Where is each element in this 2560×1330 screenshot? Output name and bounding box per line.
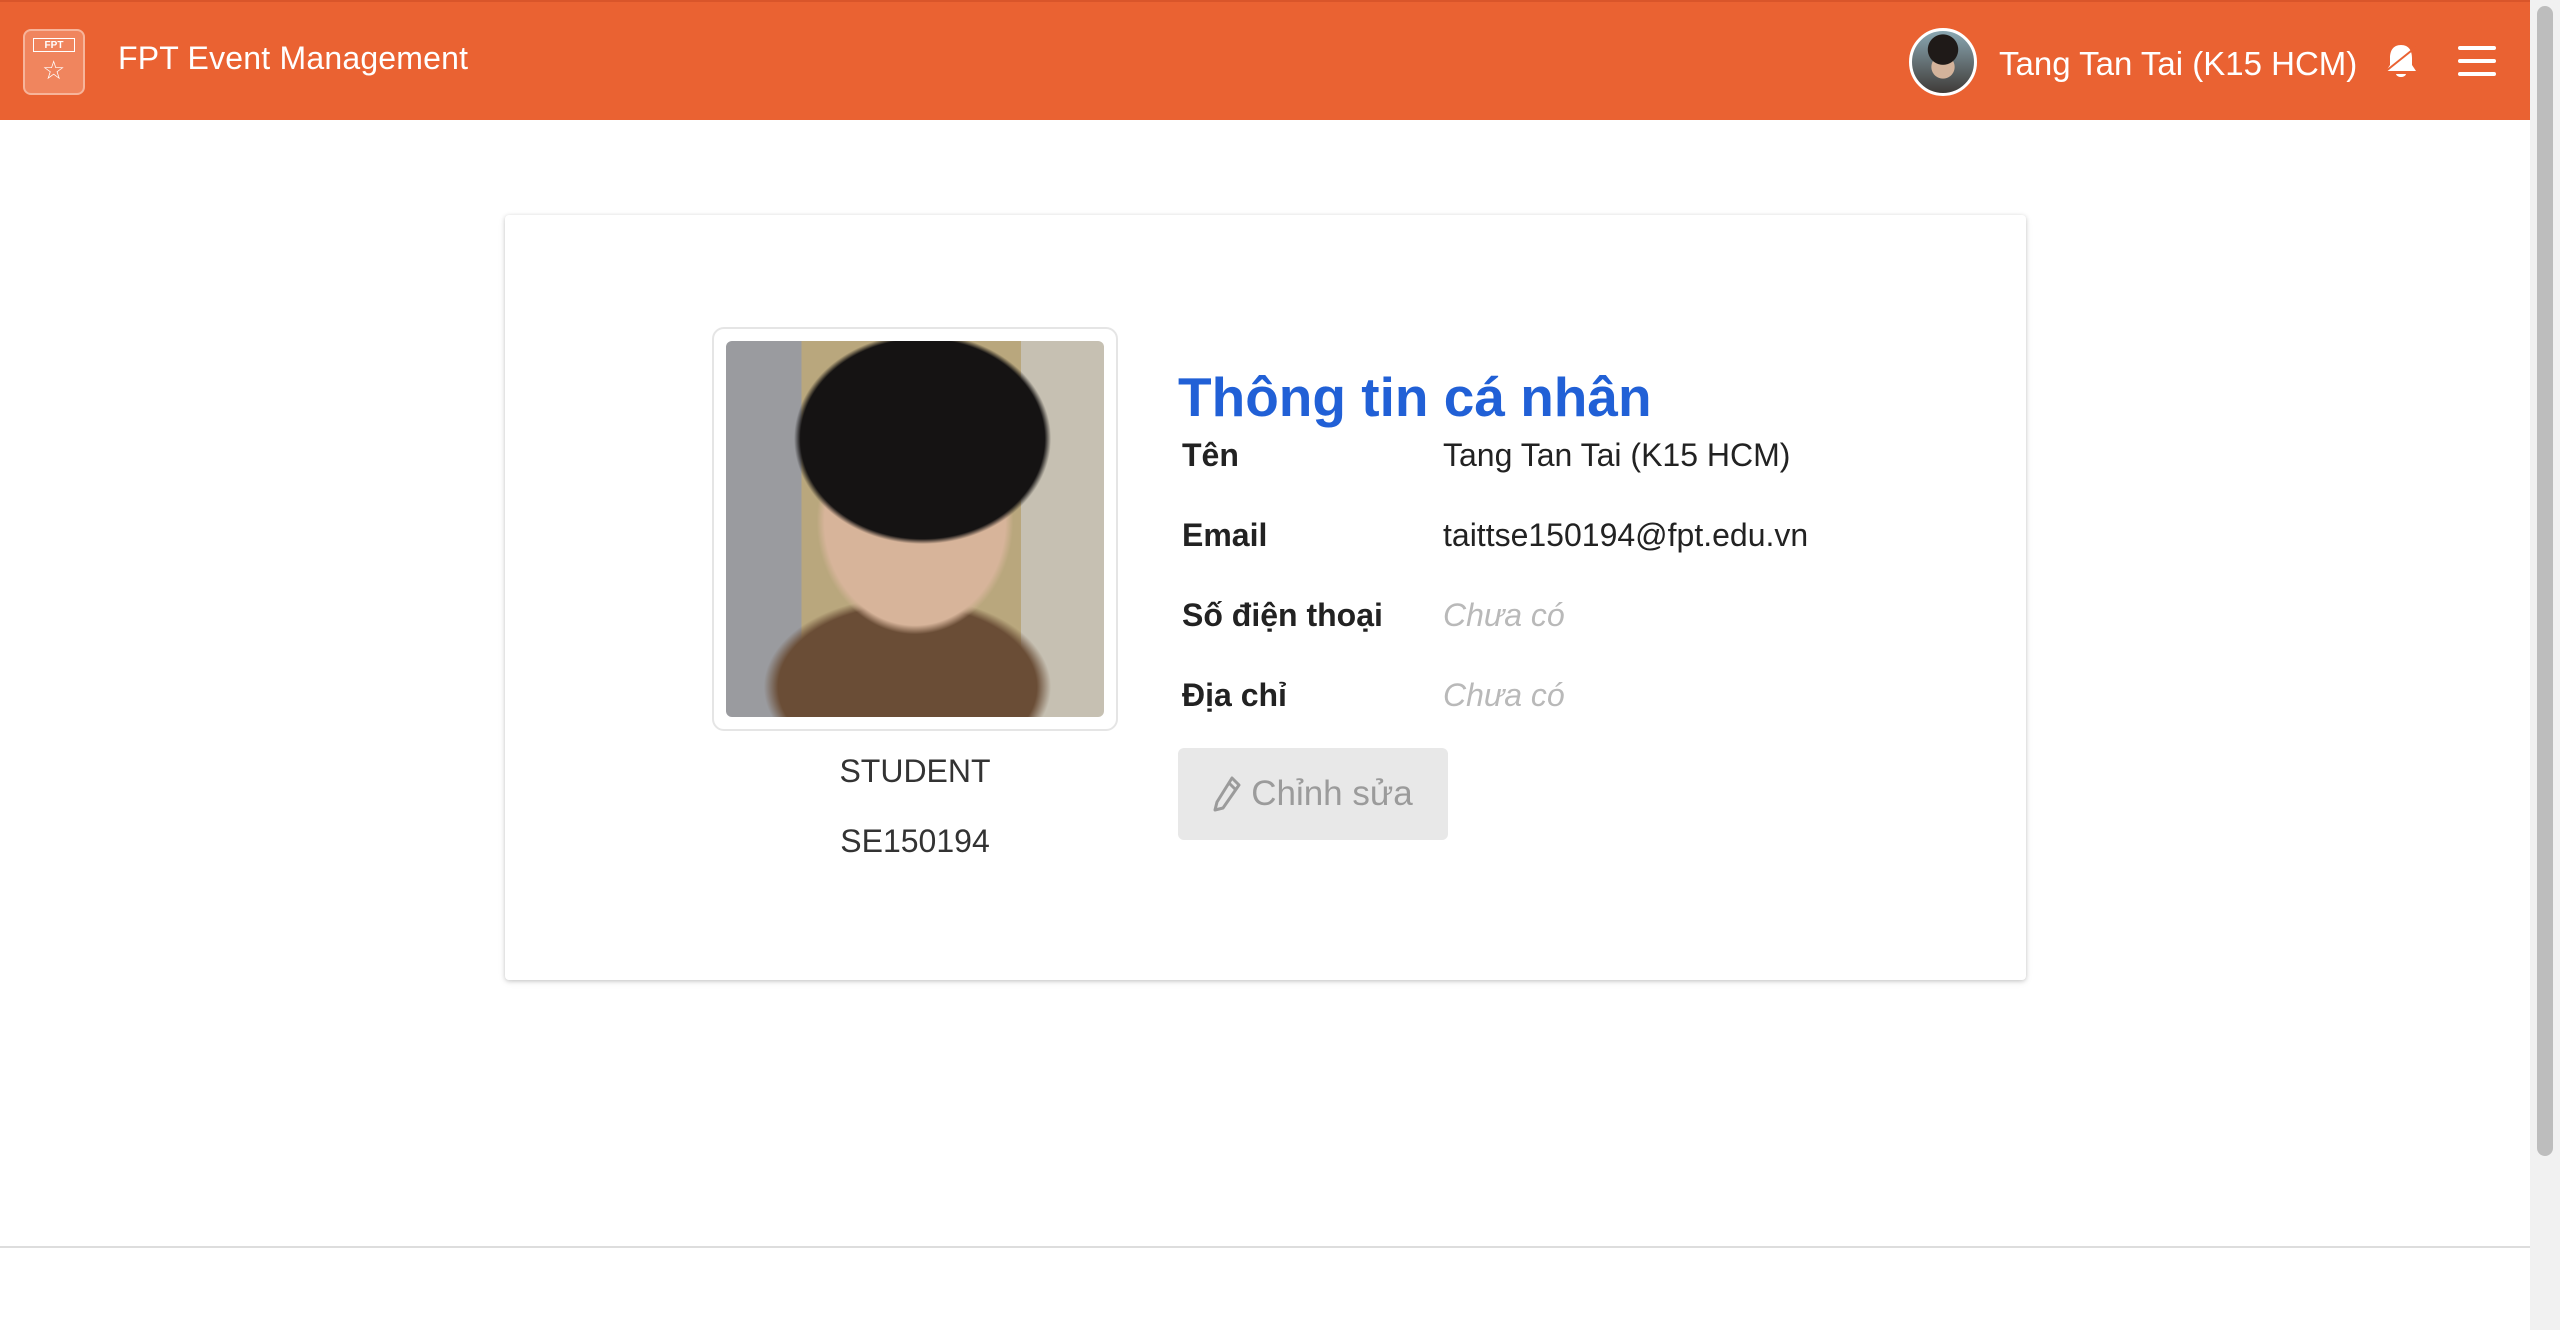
profile-photo — [726, 341, 1104, 717]
app-title[interactable]: FPT Event Management — [118, 40, 468, 77]
edit-button-label: Chỉnh sửa — [1251, 774, 1413, 813]
pencil-icon — [1213, 776, 1241, 812]
name-value: Tang Tan Tai (K15 HCM) — [1443, 437, 1791, 473]
user-role: STUDENT — [839, 753, 991, 789]
name-label: Tên — [1182, 437, 1239, 473]
phone-value-empty: Chưa có — [1443, 597, 1565, 633]
address-value-empty: Chưa có — [1443, 677, 1565, 713]
user-avatar[interactable] — [1909, 28, 1977, 96]
footer-divider — [0, 1246, 2530, 1248]
scrollbar-thumb[interactable] — [2537, 6, 2553, 1156]
bell-icon[interactable] — [2380, 40, 2422, 82]
edit-profile-button[interactable]: Chỉnh sửa — [1178, 748, 1448, 840]
logo-text: FPT — [33, 38, 75, 52]
profile-title: Thông tin cá nhân — [1178, 365, 1652, 428]
profile-photo-frame — [712, 327, 1118, 731]
email-value: taittse150194@fpt.edu.vn — [1443, 517, 1809, 553]
fpt-logo-icon[interactable]: FPT ☆ — [23, 29, 85, 95]
profile-card: STUDENT SE150194 Thông tin cá nhân Tên T… — [505, 215, 2026, 980]
hamburger-menu-icon[interactable] — [2458, 46, 2496, 76]
email-label: Email — [1182, 517, 1268, 553]
user-name[interactable]: Tang Tan Tai (K15 HCM) — [1999, 45, 2357, 83]
address-label: Địa chỉ — [1182, 677, 1287, 713]
top-navbar: FPT ☆ FPT Event Management Tang Tan Tai … — [0, 0, 2530, 120]
student-id: SE150194 — [840, 823, 990, 859]
phone-label: Số điện thoại — [1182, 597, 1383, 633]
star-icon: ☆ — [42, 55, 66, 85]
